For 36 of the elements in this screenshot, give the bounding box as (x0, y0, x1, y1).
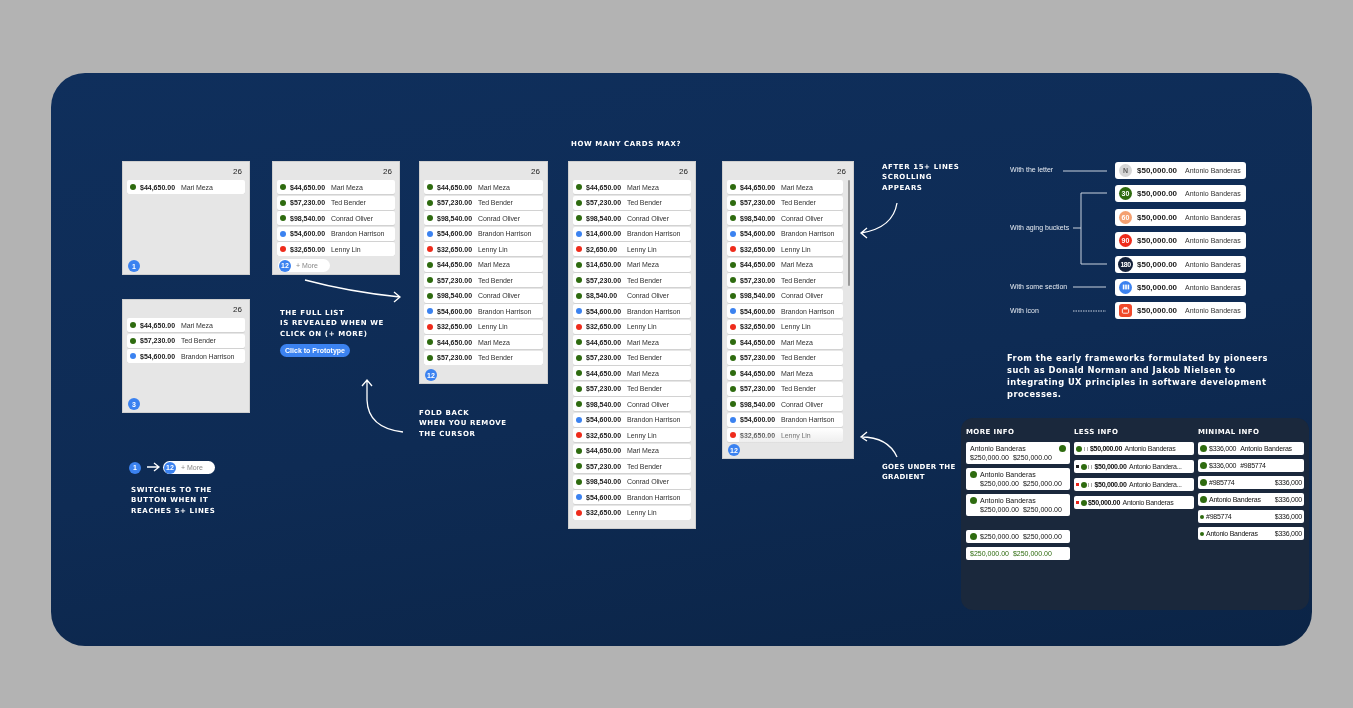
count-label: 26 (233, 304, 242, 314)
status-dot (1200, 514, 1204, 519)
avatar (1080, 499, 1087, 506)
leader-line (1062, 170, 1108, 172)
curved-arrow (860, 431, 898, 458)
avatar (1200, 496, 1207, 503)
curved-arrow (361, 379, 404, 433)
leader-line (1072, 310, 1107, 312)
leader-line (1072, 286, 1107, 288)
amount-text: $50,000.00 (1137, 259, 1179, 269)
amount-text: $50,000.00 (1137, 189, 1179, 199)
count-label: 26 (531, 166, 540, 176)
amount-text: $50,000.00 (1137, 166, 1179, 175)
avatar (1200, 479, 1207, 486)
scrollbar[interactable] (848, 180, 850, 286)
curved-arrow (860, 202, 898, 239)
avatar (1080, 463, 1087, 470)
count-label: 26 (233, 166, 242, 176)
count-label: 26 (383, 166, 392, 176)
amount-text: $50,000.00 (1137, 306, 1179, 316)
count-label: 26 (837, 166, 846, 176)
status-dot (1200, 531, 1204, 536)
amount-text: $50,000.00 (1137, 282, 1179, 292)
count-label: 26 (679, 166, 688, 176)
amount-text: $50,000.00 (1137, 236, 1179, 246)
avatar (1059, 445, 1066, 452)
avatar (1200, 445, 1207, 452)
arrow-icon (146, 462, 161, 472)
avatar (1080, 481, 1087, 488)
amount-text: $50,000.00 (1137, 212, 1179, 222)
avatar (970, 497, 977, 504)
avatar (1076, 445, 1082, 452)
avatar (970, 471, 977, 478)
avatar (1200, 462, 1207, 469)
avatar (970, 533, 977, 540)
body-paragraph: From the early frameworks formulated by pioneers such as Donald Norman and Jakob Nielsen to integrating UX principles in software development processes. (1007, 352, 1269, 400)
